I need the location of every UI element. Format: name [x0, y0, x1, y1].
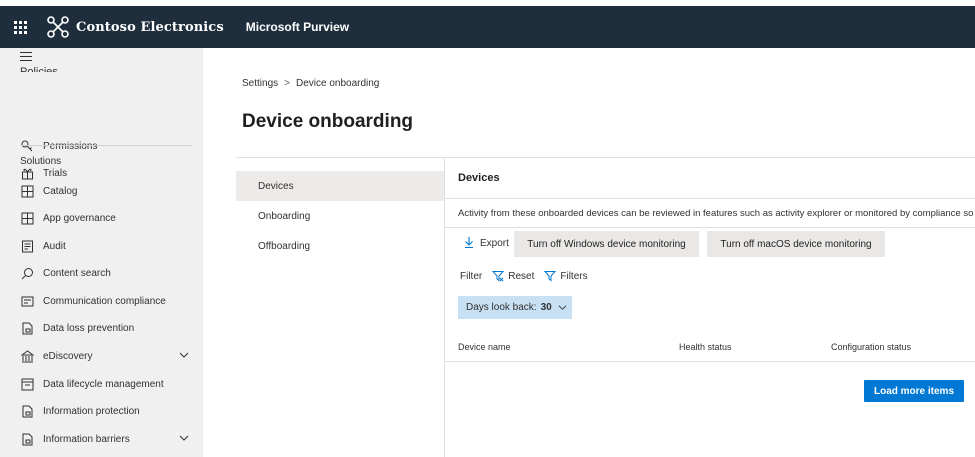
- app-launcher-button[interactable]: [0, 6, 40, 48]
- tab-devices[interactable]: Devices: [236, 171, 444, 201]
- nav-item-label: Data lifecycle management: [43, 378, 164, 390]
- nav-item-data-loss-prevention[interactable]: Data loss prevention: [20, 318, 195, 338]
- load-more-items-button[interactable]: Load more items: [864, 380, 964, 402]
- chevron-down-icon[interactable]: [179, 433, 189, 443]
- nav-divider: [20, 145, 192, 146]
- breadcrumb-current: Device onboarding: [295, 78, 380, 89]
- tab-onboarding[interactable]: Onboarding: [236, 201, 444, 231]
- devices-panel-title: Devices: [458, 172, 500, 184]
- catalog-icon: [20, 184, 34, 198]
- days-look-back-value: 30: [540, 302, 552, 313]
- lifecycle-icon: [20, 377, 34, 391]
- gift-icon: [20, 166, 34, 180]
- nav-item-communication-compliance[interactable]: Communication compliance: [20, 291, 195, 311]
- column-header-configuration-status[interactable]: Configuration status: [831, 342, 911, 352]
- filters-button[interactable]: Filters: [544, 270, 588, 282]
- nav-item-label: Information barriers: [43, 433, 130, 445]
- ediscovery-icon: [20, 349, 34, 363]
- breadcrumb-settings-link[interactable]: Settings: [242, 78, 278, 89]
- nav-item-label: eDiscovery: [43, 350, 93, 362]
- nav-section-title: Solutions: [20, 156, 62, 167]
- info-barriers-icon: [20, 432, 34, 446]
- panel-divider: [444, 198, 975, 199]
- export-button[interactable]: Export: [464, 236, 509, 251]
- info-protection-icon: [20, 404, 34, 418]
- nav-item-label: Communication compliance: [43, 295, 166, 307]
- chevron-down-icon: [558, 305, 567, 310]
- contoso-logo-icon: [47, 16, 69, 38]
- nav-item-label: App governance: [43, 212, 116, 224]
- nav-item-catalog[interactable]: Catalog: [20, 181, 195, 201]
- reset-filter-button[interactable]: Reset: [492, 270, 534, 282]
- table-header-divider: [444, 361, 975, 362]
- app-governance-icon: [20, 211, 34, 225]
- nav-item-content-search[interactable]: Content search: [20, 263, 195, 283]
- chevron-down-icon[interactable]: [179, 350, 189, 360]
- nav-item-label: Content search: [43, 267, 111, 279]
- filter-label: Filter: [460, 270, 483, 282]
- devices-description: Activity from these onboarded devices ca…: [458, 208, 974, 219]
- nav-item-label: Catalog: [43, 185, 78, 197]
- export-label: Export: [480, 238, 509, 249]
- breadcrumb-separator: >: [284, 78, 290, 89]
- tab-separator: [444, 157, 445, 457]
- breadcrumb: Settings > Device onboarding: [242, 78, 379, 89]
- nav-item-label: Permissions: [43, 140, 98, 152]
- app-name[interactable]: Microsoft Purview: [246, 20, 349, 34]
- filter-icon: [544, 271, 557, 282]
- page-title: Device onboarding: [242, 111, 414, 132]
- turn-off-macos-monitoring-button[interactable]: Turn off macOS device monitoring: [707, 231, 885, 257]
- vertical-tabs: Devices Onboarding Offboarding: [236, 171, 444, 261]
- column-header-health-status[interactable]: Health status: [679, 342, 732, 352]
- nav-item-app-governance[interactable]: App governance: [20, 208, 195, 228]
- top-bar: Contoso Electronics Microsoft Purview: [0, 0, 975, 48]
- nav-item-audit[interactable]: Audit: [20, 236, 195, 256]
- column-header-device-name[interactable]: Device name: [458, 342, 511, 352]
- search-icon: [20, 266, 34, 280]
- nav-item-data-lifecycle-management[interactable]: Data lifecycle management: [20, 374, 195, 394]
- key-icon: [20, 139, 34, 153]
- nav-item-ediscovery[interactable]: eDiscovery: [20, 346, 195, 366]
- org-name[interactable]: Contoso Electronics: [76, 20, 224, 35]
- tab-offboarding[interactable]: Offboarding: [236, 231, 444, 261]
- filter-reset-icon: [492, 271, 505, 282]
- nav-item-label: Data loss prevention: [43, 322, 135, 334]
- dlp-icon: [20, 321, 34, 335]
- audit-icon: [20, 239, 34, 253]
- nav-item-label: Information protection: [43, 405, 140, 417]
- nav-item-label: Audit: [43, 240, 66, 252]
- hamburger-menu-icon[interactable]: [20, 52, 32, 62]
- left-navigation: Policies Permissions Trials Solutions Ca…: [0, 48, 203, 457]
- nav-item-label: Trials: [43, 167, 68, 179]
- turn-off-windows-monitoring-button[interactable]: Turn off Windows device monitoring: [514, 231, 699, 257]
- nav-item-information-protection[interactable]: Information protection: [20, 401, 195, 421]
- download-icon: [464, 236, 474, 251]
- filter-bar: Filter Reset Filters: [460, 270, 598, 282]
- days-look-back-dropdown[interactable]: Days look back: 30: [458, 296, 572, 319]
- section-divider: [236, 157, 975, 158]
- communication-icon: [20, 294, 34, 308]
- waffle-icon: [13, 20, 27, 34]
- nav-item-permissions[interactable]: Permissions: [20, 136, 195, 156]
- description-divider: [444, 227, 975, 228]
- nav-item-information-barriers[interactable]: Information barriers: [20, 429, 195, 449]
- nav-item-policies-partial[interactable]: Policies: [20, 66, 100, 72]
- days-look-back-label: Days look back:: [466, 302, 537, 313]
